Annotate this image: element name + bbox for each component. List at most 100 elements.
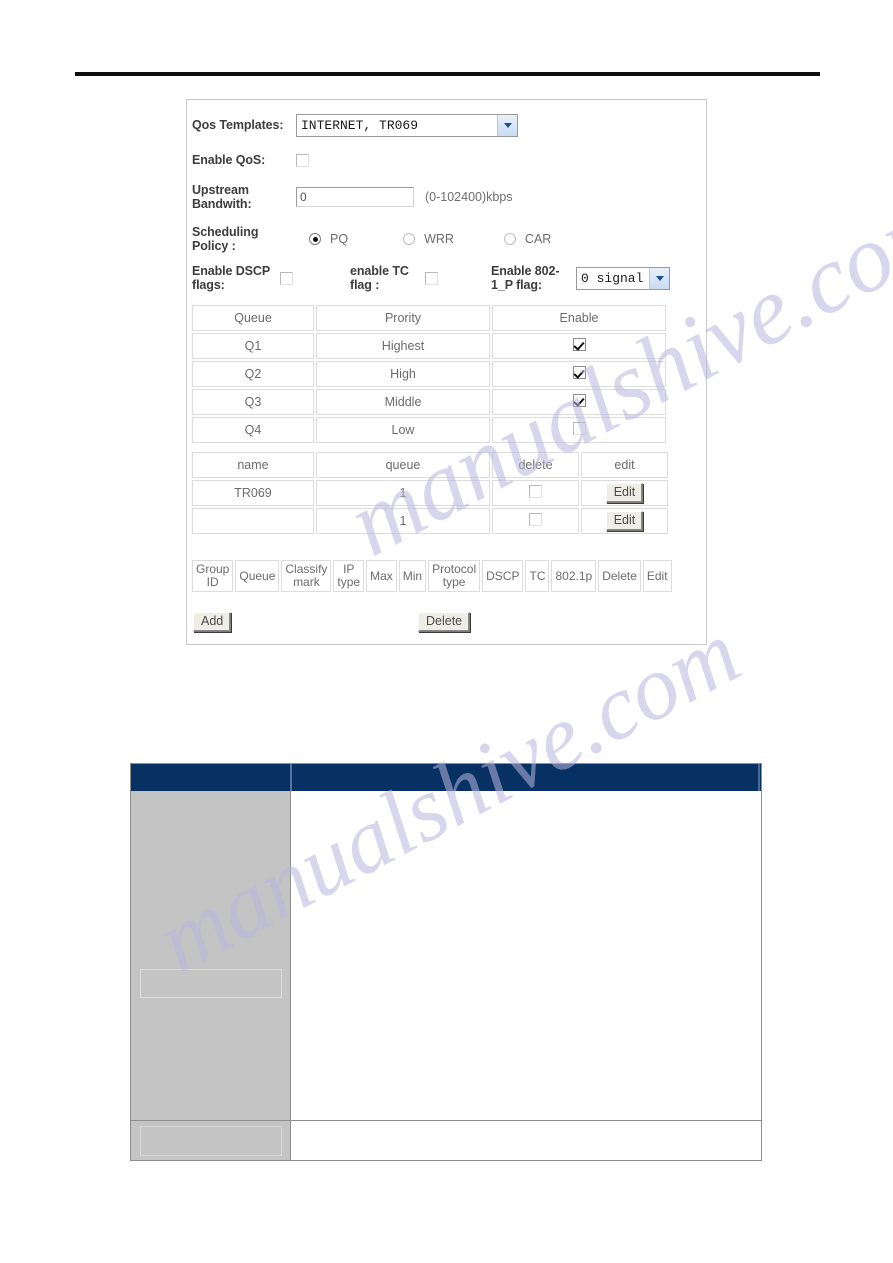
table-header-row: name queue delete edit xyxy=(192,452,668,478)
bottom-grid-footer-item[interactable] xyxy=(140,1126,282,1156)
rule-table-header-2: delete xyxy=(492,452,579,478)
qos-templates-select-value: INTERNET, TR069 xyxy=(301,117,419,133)
scheduling-policy-option-car[interactable]: CAR xyxy=(503,232,552,246)
queue-cell-priority: Low xyxy=(316,417,490,443)
bottom-grid-sidebar-item[interactable] xyxy=(140,969,282,998)
table-row: Q4 Low xyxy=(192,417,666,443)
table-row: 1 Edit xyxy=(192,508,668,534)
dscp-flag-checkbox[interactable] xyxy=(280,271,293,285)
flags-row: Enable DSCP flags: enable TC flag : Enab… xyxy=(192,261,702,295)
queue-cell-name: Q2 xyxy=(192,361,314,387)
classify-table-header-11: Edit xyxy=(642,560,672,592)
rule-cell-edit: Edit xyxy=(581,508,668,534)
rule-cell-queue: 1 xyxy=(316,480,490,506)
rule-table-header-3: edit xyxy=(581,452,668,478)
queue-table-header-1: Prority xyxy=(316,305,490,331)
queue-cell-name: Q3 xyxy=(192,389,314,415)
queue-enable-checkbox-2[interactable] xyxy=(572,394,586,407)
rule-edit-button-1[interactable]: Edit xyxy=(605,511,644,531)
enable-qos-label: Enable QoS: xyxy=(192,153,296,167)
queue-table-header-2: Enable xyxy=(492,305,666,331)
rule-cell-delete xyxy=(492,480,579,506)
queue-enable-checkbox-3[interactable] xyxy=(572,422,586,435)
dot1p-flag-label-text: Enable 802-1_P flag: xyxy=(491,264,560,292)
upstream-bandwidth-hint: (0-102400)kbps xyxy=(425,190,513,204)
dot1p-signal-select[interactable]: 0 signal xyxy=(576,266,670,290)
bottom-grid-content xyxy=(291,791,761,1160)
upstream-bandwidth-label: Upstream Bandwith: xyxy=(192,183,296,211)
qos-templates-label-text: Qos Templates: xyxy=(192,118,284,132)
classify-table-header-3: IP type xyxy=(333,560,365,592)
upstream-bandwidth-row: Upstream Bandwith: 0 (0-102400)kbps xyxy=(192,180,702,214)
classify-rule-table: Group ID Queue Classify mark IP type Max Min Prot… xyxy=(190,558,674,594)
scheduling-policy-label: Scheduling Policy : xyxy=(192,225,296,253)
upstream-bandwidth-value: 0 xyxy=(300,190,307,204)
add-button[interactable]: Add xyxy=(193,612,232,632)
table-row: Q1 Highest xyxy=(192,333,666,359)
queue-cell-enable xyxy=(492,361,666,387)
queue-cell-priority: High xyxy=(316,361,490,387)
bottom-grid-header-divider xyxy=(290,764,292,791)
queue-enable-checkbox-1[interactable] xyxy=(572,366,586,379)
classify-table-header-7: DSCP xyxy=(482,560,524,592)
tc-flag-label: enable TC flag : xyxy=(350,264,425,292)
table-header-row: Queue Prority Enable xyxy=(192,305,666,331)
rule-edit-button-0[interactable]: Edit xyxy=(605,483,644,503)
rule-cell-name: TR069 xyxy=(192,480,314,506)
queue-cell-name: Q1 xyxy=(192,333,314,359)
dot1p-signal-select-value: 0 signal xyxy=(581,270,644,286)
queue-table-header-0: Queue xyxy=(192,305,314,331)
upstream-bandwidth-label-text: Upstream Bandwith: xyxy=(192,183,252,211)
qos-rule-table: name queue delete edit TR069 1 Edit 1 Edit xyxy=(190,450,670,536)
rule-delete-checkbox-0[interactable] xyxy=(529,485,542,498)
radio-wrr-label: WRR xyxy=(424,232,454,246)
dscp-flag-label-text: Enable DSCP flags: xyxy=(192,264,270,292)
qos-templates-select[interactable]: INTERNET, TR069 xyxy=(296,113,518,137)
radio-wrr[interactable] xyxy=(403,233,416,245)
delete-button[interactable]: Delete xyxy=(418,612,471,632)
rule-delete-checkbox-1[interactable] xyxy=(529,513,542,526)
radio-pq-label: PQ xyxy=(330,232,349,246)
bottom-grid-body xyxy=(131,791,761,1160)
classify-table-header-9: 802.1p xyxy=(551,560,597,592)
radio-car-label: CAR xyxy=(524,232,552,246)
table-row: Q3 Middle xyxy=(192,389,666,415)
qos-templates-row: Qos Templates: INTERNET, TR069 xyxy=(192,108,702,142)
classify-table-header-6: Protocol type xyxy=(428,560,481,592)
qos-configuration-panel: Qos Templates: INTERNET, TR069 Enable Qo… xyxy=(186,99,707,645)
bottom-grid-header xyxy=(131,764,761,791)
enable-qos-row: Enable QoS: xyxy=(192,150,702,170)
classify-table-header-4: Max xyxy=(366,560,397,592)
enable-qos-checkbox[interactable] xyxy=(296,153,309,167)
radio-car[interactable] xyxy=(503,233,516,245)
chevron-down-icon-2[interactable] xyxy=(649,267,669,289)
rule-cell-delete xyxy=(492,508,579,534)
queue-cell-priority: Middle xyxy=(316,389,490,415)
scheduling-policy-option-pq[interactable]: PQ xyxy=(309,232,348,246)
dscp-flag-label: Enable DSCP flags: xyxy=(192,264,280,292)
tc-flag-checkbox[interactable] xyxy=(425,271,438,285)
table-row: Q2 High xyxy=(192,361,666,387)
scheduling-policy-label-text: Scheduling Policy : xyxy=(192,225,259,253)
scheduling-policy-option-wrr[interactable]: WRR xyxy=(403,232,454,246)
queue-cell-priority: Highest xyxy=(316,333,490,359)
bottom-grid-footer-content xyxy=(291,1121,761,1160)
bottom-grid-header-divider-right xyxy=(758,764,760,791)
delete-button-wrap: Delete xyxy=(418,612,471,632)
classify-table-header-0: Group ID xyxy=(192,560,234,592)
classify-table-header-10: Delete xyxy=(598,560,641,592)
queue-enable-checkbox-0[interactable] xyxy=(572,338,586,351)
radio-pq[interactable] xyxy=(309,233,321,245)
qos-templates-label: Qos Templates: xyxy=(192,118,296,132)
queue-cell-enable xyxy=(492,417,666,443)
queue-priority-table: Queue Prority Enable Q1 Highest Q2 High Q3 Middl… xyxy=(190,303,668,445)
classify-table-header-2: Classify mark xyxy=(281,560,332,592)
add-button-wrap: Add xyxy=(193,612,232,632)
upstream-bandwidth-input[interactable]: 0 xyxy=(296,187,414,207)
chevron-down-icon[interactable] xyxy=(497,114,517,136)
classify-table-header-5: Min xyxy=(398,560,427,592)
bottom-grid-footer-sidebar xyxy=(131,1121,291,1160)
page-top-rule xyxy=(75,72,820,76)
enable-qos-label-text: Enable QoS: xyxy=(192,153,266,167)
queue-cell-enable xyxy=(492,333,666,359)
